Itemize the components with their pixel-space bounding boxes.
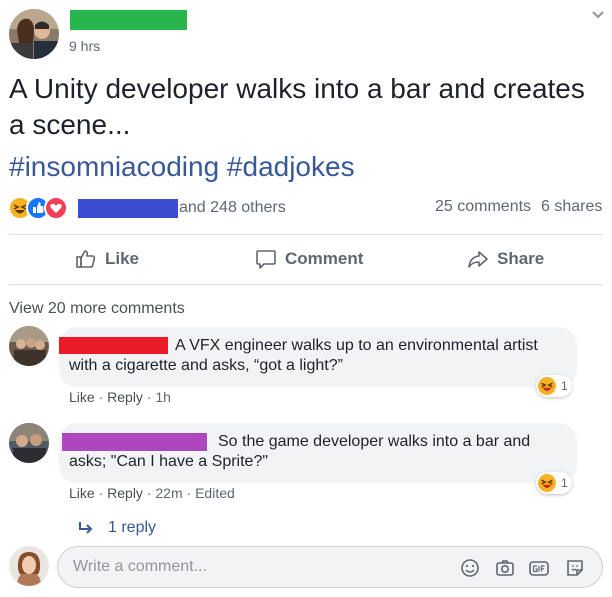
reply-arrow-icon bbox=[79, 522, 93, 534]
reply-count-label: 1 reply bbox=[108, 519, 157, 536]
comment-meta: Like · Reply · 22m · Edited bbox=[69, 485, 235, 501]
emoji-icon[interactable] bbox=[459, 557, 481, 579]
divider bbox=[9, 234, 603, 235]
share-button[interactable]: Share bbox=[467, 240, 544, 278]
comment-bubble: A VFX engineer walks up to an environmen… bbox=[59, 327, 577, 387]
comment-reaction-badge[interactable]: 1 bbox=[536, 375, 572, 397]
thumbs-up-icon bbox=[76, 250, 96, 268]
author-name-redacted bbox=[70, 10, 187, 30]
comment-input[interactable] bbox=[73, 556, 443, 578]
post-timestamp[interactable]: 9 hrs bbox=[69, 38, 100, 54]
post-author-avatar[interactable] bbox=[9, 9, 59, 59]
view-more-comments-link[interactable]: View 20 more comments bbox=[9, 300, 185, 318]
commenter-name-redacted[interactable] bbox=[59, 337, 168, 354]
reactor-name-redacted bbox=[78, 199, 178, 218]
comment-reaction-badge[interactable]: 1 bbox=[536, 472, 572, 494]
post-options-chevron-icon[interactable] bbox=[590, 8, 606, 22]
camera-icon[interactable] bbox=[494, 557, 516, 579]
post-text: A Unity developer walks into a bar and c… bbox=[9, 73, 585, 140]
haha-reaction-icon bbox=[538, 377, 556, 395]
love-reaction-icon bbox=[44, 196, 68, 220]
current-user-avatar[interactable] bbox=[9, 546, 49, 586]
sticker-icon[interactable] bbox=[564, 557, 586, 579]
reaction-count: 1 bbox=[561, 379, 568, 393]
comment-time[interactable]: 1h bbox=[155, 389, 171, 405]
comment-like-link[interactable]: Like bbox=[69, 389, 95, 405]
comment-button[interactable]: Comment bbox=[255, 240, 363, 278]
comment-edited-label[interactable]: Edited bbox=[195, 485, 235, 501]
commenter-name-redacted[interactable] bbox=[62, 433, 207, 451]
comment-time[interactable]: 22m bbox=[155, 485, 182, 501]
comments-count[interactable]: 25 comments bbox=[435, 198, 531, 216]
comment-bubble: So the game developer walks into a bar a… bbox=[59, 423, 577, 483]
commenter-avatar[interactable] bbox=[9, 326, 49, 366]
comment-composer[interactable] bbox=[57, 546, 603, 588]
share-arrow-icon bbox=[468, 251, 488, 268]
divider bbox=[9, 284, 603, 285]
share-label: Share bbox=[497, 249, 545, 268]
comment-label: Comment bbox=[285, 249, 364, 268]
comment-text-line: with a cigarette and asks, “got a light?… bbox=[69, 357, 343, 374]
like-button[interactable]: Like bbox=[75, 240, 139, 278]
reaction-count: 1 bbox=[561, 476, 568, 490]
comment-reply-link[interactable]: Reply bbox=[107, 389, 143, 405]
speech-bubble-icon bbox=[256, 250, 276, 269]
gif-icon[interactable] bbox=[528, 557, 550, 579]
haha-reaction-icon bbox=[538, 474, 556, 492]
hashtag-insomniacoding[interactable]: #insomniacoding bbox=[9, 151, 219, 182]
shares-count[interactable]: 6 shares bbox=[541, 198, 602, 216]
hashtag-dadjokes[interactable]: #dadjokes bbox=[227, 151, 355, 182]
post-hashtags: #insomniacoding #dadjokes bbox=[9, 149, 355, 185]
commenter-avatar[interactable] bbox=[9, 423, 49, 463]
reactors-others-count[interactable]: and 248 others bbox=[179, 199, 286, 217]
comment-reply-link[interactable]: Reply bbox=[107, 485, 143, 501]
like-label: Like bbox=[105, 249, 140, 268]
comment-like-link[interactable]: Like bbox=[69, 485, 95, 501]
view-replies-link[interactable]: 1 reply bbox=[78, 519, 156, 537]
comment-meta: Like · Reply · 1h bbox=[69, 389, 171, 405]
comment-text-line: asks; "Can I have a Sprite?" bbox=[69, 453, 269, 470]
